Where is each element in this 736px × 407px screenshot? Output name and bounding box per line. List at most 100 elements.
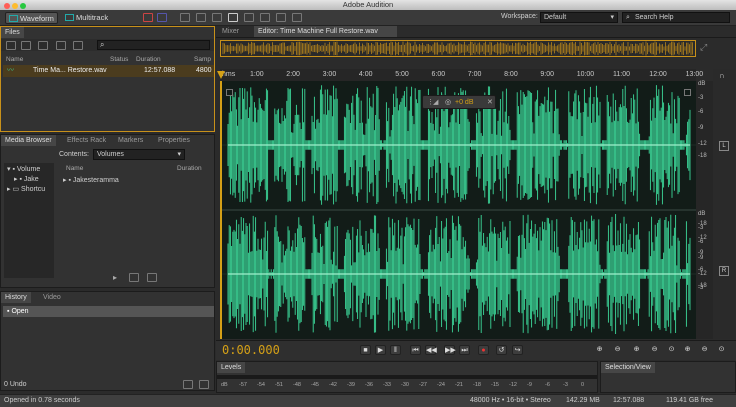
tree-label: Jake	[23, 176, 39, 183]
zoom-out-time-icon[interactable]: ⊖	[649, 345, 660, 355]
ruler-tick: 8:00	[504, 71, 518, 78]
close-window-button[interactable]	[4, 3, 10, 9]
overview-bar[interactable]	[220, 40, 696, 57]
history-item[interactable]: ▪ Open	[3, 306, 214, 317]
open-file-icon[interactable]	[21, 41, 31, 50]
loop-button[interactable]: ↺	[496, 345, 507, 355]
slip-tool-icon[interactable]	[212, 13, 222, 22]
status-bar: Opened in 0.78 seconds 48000 Hz • 16-bit…	[0, 394, 736, 407]
col-duration[interactable]: Duration	[136, 56, 161, 64]
volume-icon[interactable]	[147, 273, 157, 282]
tab-properties[interactable]: Properties	[154, 135, 194, 146]
minimize-window-button[interactable]	[12, 3, 18, 9]
tab-video[interactable]: Video	[39, 292, 65, 303]
workspace-select[interactable]: Default ▾	[540, 12, 618, 23]
hud-pin-icon[interactable]: ✕	[487, 96, 493, 109]
fast-forward-button[interactable]: ▶▶	[444, 345, 456, 355]
tree-label: Volume	[16, 166, 41, 173]
col-name[interactable]: Name	[6, 56, 23, 64]
levels-tick: -33	[383, 382, 391, 388]
new-file-icon[interactable]	[6, 41, 16, 50]
waveform-view-button[interactable]: Waveform	[5, 12, 58, 24]
zoom-out-amplitude-icon[interactable]: ⊖	[612, 345, 623, 355]
multitrack-icon	[65, 14, 74, 21]
close-file-icon[interactable]	[56, 41, 66, 50]
go-to-end-button[interactable]: ⏭	[459, 345, 470, 355]
levels-tick: -30	[401, 382, 409, 388]
zoom-out-full-icon[interactable]: ⤢	[700, 42, 712, 54]
spectral-display-icon[interactable]	[143, 13, 153, 22]
pause-button[interactable]: ǁ	[390, 345, 401, 355]
ruler-tick: 11:00	[613, 71, 630, 78]
tab-editor[interactable]: Editor: Time Machine Full Restore.wav	[254, 26, 397, 37]
file-row[interactable]: 〰 Time Ma... Restore.wav 12:57.088 4800	[3, 65, 214, 77]
playhead[interactable]	[220, 81, 222, 339]
import-icon[interactable]	[38, 41, 48, 50]
tree-item-jake[interactable]: ▸ ▪ Jake	[14, 175, 39, 183]
trash-icon[interactable]	[199, 380, 209, 389]
channel-r-button[interactable]: R	[719, 266, 729, 276]
headphones-icon[interactable]: ∩	[719, 71, 725, 80]
gain-knob-icon[interactable]: ◎	[445, 96, 451, 109]
current-time[interactable]: 0:00.000	[222, 343, 280, 357]
contents-select[interactable]: Volumes ▾	[93, 149, 185, 160]
col-samp[interactable]: Samp	[194, 56, 211, 64]
levels-tick: -6	[545, 382, 550, 388]
zoom-selection-icon[interactable]: ⊙	[716, 345, 727, 355]
db-label: -6	[698, 109, 704, 115]
zoom-out-point-icon[interactable]: ⊖	[699, 345, 710, 355]
zoom-in-point-icon[interactable]: ⊕	[682, 345, 693, 355]
tab-selection-view[interactable]: Selection/View	[601, 362, 655, 373]
tab-markers[interactable]: Markers	[114, 135, 147, 146]
tab-levels[interactable]: Levels	[217, 362, 246, 373]
zoom-full-icon[interactable]: ⊙	[666, 345, 677, 355]
channel-l-button[interactable]: L	[719, 141, 729, 151]
spot-healing-icon[interactable]	[292, 13, 302, 22]
search-help-input[interactable]: ⌕ Search Help	[622, 12, 730, 23]
play-icon[interactable]: ▸	[113, 273, 123, 282]
time-selection-tool-icon[interactable]	[228, 13, 238, 22]
stop-button[interactable]: ■	[360, 345, 371, 355]
waveform-display[interactable]: ⋮ ◢ ◎ +0 dB ✕	[217, 71, 696, 339]
rewind-button[interactable]: ◀◀	[425, 345, 437, 355]
loop-icon[interactable]	[129, 273, 139, 282]
tab-history[interactable]: History	[1, 292, 31, 303]
levels-scale: dB -57 -54 -51 -48 -45 -42 -39 -36 -33 -30 -27 -24 -2…	[221, 382, 595, 390]
play-button[interactable]: ▶	[375, 345, 386, 355]
tree-item-shortcuts[interactable]: ▸ ▭ Shortcu	[7, 185, 45, 193]
tab-media-browser[interactable]: Media Browser	[1, 135, 56, 146]
time-ruler[interactable]: hms 1:00 2:00 3:00 4:00 5:00 6:00 7:00 8:00 9:00 1…	[220, 69, 728, 81]
levels-tick: -3	[563, 382, 568, 388]
levels-tick: -45	[311, 382, 319, 388]
lasso-tool-icon[interactable]	[260, 13, 270, 22]
brush-tool-icon[interactable]	[276, 13, 286, 22]
files-search-input[interactable]: ⌕	[97, 40, 210, 50]
record-button[interactable]: ●	[478, 345, 489, 355]
tree-item-volume[interactable]: ▾ ▪ Volume	[7, 165, 40, 173]
move-tool-icon[interactable]	[180, 13, 190, 22]
skip-button[interactable]: ↪	[512, 345, 523, 355]
tab-files[interactable]: Files	[1, 27, 24, 38]
pitch-display-icon[interactable]	[157, 13, 167, 22]
tab-mixer[interactable]: Mixer	[218, 26, 243, 37]
zoom-in-amplitude-icon[interactable]: ⊕	[594, 345, 605, 355]
razor-tool-icon[interactable]	[196, 13, 206, 22]
history-delete-icon[interactable]	[183, 380, 193, 389]
zoom-in-time-icon[interactable]: ⊕	[631, 345, 642, 355]
zoom-window-button[interactable]	[20, 3, 26, 9]
waveform-label: Waveform	[20, 14, 54, 23]
playhead-handle[interactable]	[217, 71, 225, 79]
media-item-folder[interactable]: ▸ ▪ Jakesteramma	[63, 176, 119, 184]
multitrack-view-button[interactable]: Multitrack	[62, 12, 111, 24]
channel-toggle-icon[interactable]	[226, 89, 233, 96]
media-col-duration[interactable]: Duration	[177, 165, 202, 173]
marquee-tool-icon[interactable]	[244, 13, 254, 22]
media-col-name[interactable]: Name	[66, 165, 83, 173]
hud-gain-value[interactable]: +0 dB	[455, 96, 474, 109]
delete-icon[interactable]	[73, 41, 83, 50]
col-status[interactable]: Status	[110, 56, 128, 64]
channel-toggle-icon[interactable]	[684, 89, 691, 96]
tab-effects-rack[interactable]: Effects Rack	[63, 135, 110, 146]
undo-count: 0 Undo	[4, 381, 27, 388]
go-to-start-button[interactable]: ⏮	[410, 345, 421, 355]
